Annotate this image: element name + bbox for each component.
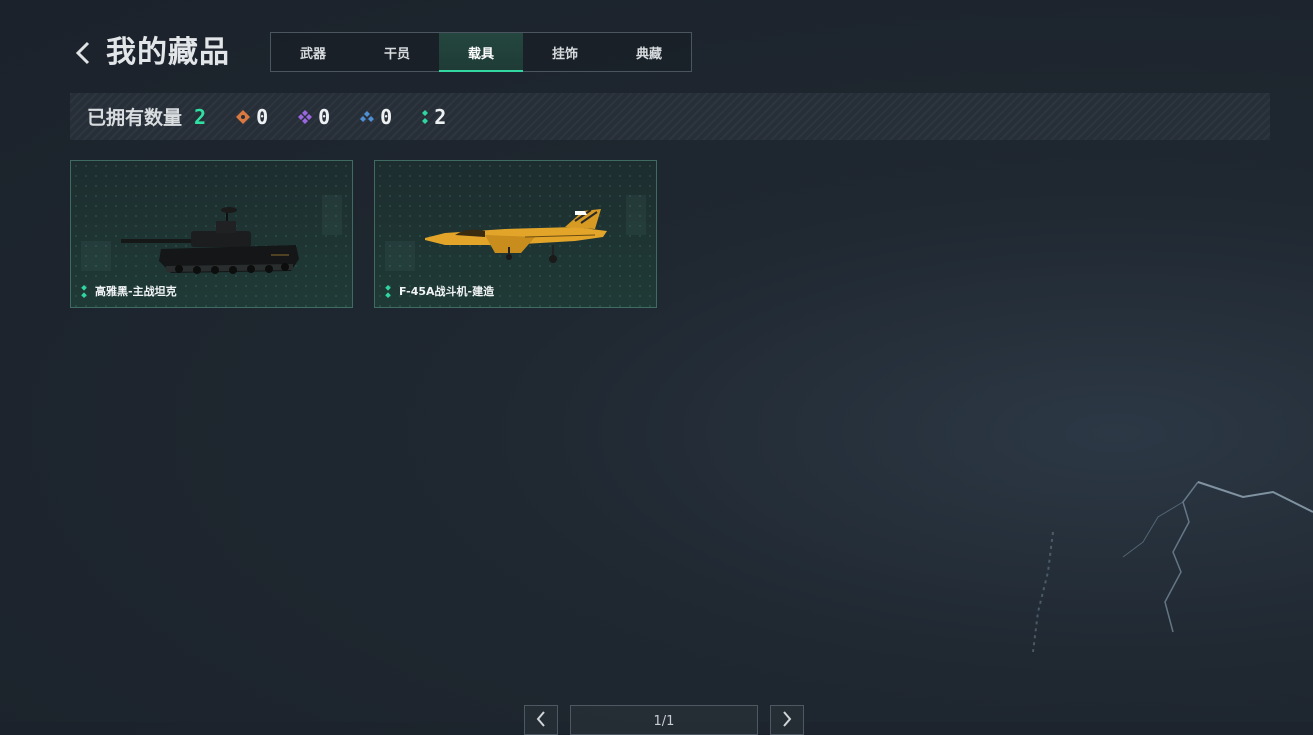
tab-operators[interactable]: 干员 [355,33,439,71]
prev-page-button[interactable] [524,705,558,735]
green-dots-icon [385,284,391,298]
item-name: 高雅黑-主战坦克 [95,285,177,298]
card-decoration [81,241,111,271]
green-dots-icon [422,109,429,124]
tab-charms[interactable]: 挂饰 [523,33,607,71]
orange-diamond-icon [236,109,251,124]
page-title: 我的藏品 [106,35,230,70]
purple-diamond-icon [298,109,313,124]
back-button[interactable] [72,38,94,68]
card-decoration [626,195,646,235]
blue-diamond-icon [360,110,375,122]
item-name-row: 高雅黑-主战坦克 [81,283,177,299]
item-card[interactable]: 高雅黑-主战坦克 [70,160,353,308]
category-tabs: 武器 干员 载具 挂饰 典藏 [270,32,692,72]
owned-count-total: 2 [194,104,207,129]
green-dots-icon [81,284,87,298]
tab-collection[interactable]: 典藏 [607,33,691,71]
rarity-orange: 0 [236,105,268,129]
lightning-background [1032,481,1313,653]
rarity-blue-count: 0 [380,104,393,129]
item-name-row: F-45A战斗机-建造 [385,283,494,299]
rarity-orange-count: 0 [256,104,269,129]
owned-count-bar: 已拥有数量 2 0 0 0 2 [70,93,1270,140]
rarity-purple: 0 [298,105,330,129]
owned-count-label: 已拥有数量 [87,107,183,129]
rarity-purple-count: 0 [318,104,331,129]
rarity-green-count: 2 [434,104,447,129]
tab-vehicles[interactable]: 载具 [439,33,523,72]
page-indicator: 1/1 [570,705,758,735]
rarity-blue: 0 [360,105,392,129]
next-page-button[interactable] [770,705,804,735]
chevron-left-icon [536,711,545,727]
fighter-jet-image [425,209,607,263]
card-decoration [322,195,342,235]
rarity-green: 2 [422,105,446,129]
chevron-left-icon [76,41,90,65]
item-grid: 高雅黑-主战坦克 F-45A战斗机-建造 [70,160,657,308]
pagination: 1/1 [524,705,804,735]
chevron-right-icon [783,711,792,727]
item-card[interactable]: F-45A战斗机-建造 [374,160,657,308]
tab-weapons[interactable]: 武器 [271,33,355,71]
card-decoration [385,241,415,271]
item-name: F-45A战斗机-建造 [399,285,495,298]
tank-image [121,207,299,274]
